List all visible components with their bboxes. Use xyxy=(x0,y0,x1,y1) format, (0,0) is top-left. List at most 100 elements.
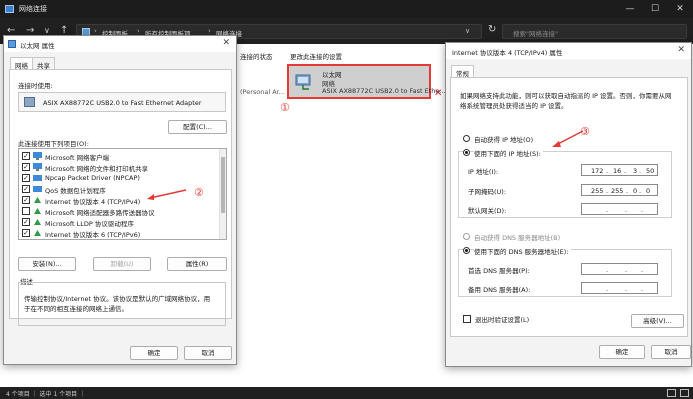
auto-ip-label[interactable]: 自动获得 IP 地址(O) xyxy=(474,134,533,144)
explorer-title: 网络连接 xyxy=(19,5,47,13)
checkbox[interactable]: ✓ xyxy=(22,229,30,237)
validate-checkbox[interactable] xyxy=(463,315,471,323)
network-folder-icon xyxy=(5,5,14,13)
octet-dot: . xyxy=(625,266,628,274)
auto-dns-label[interactable]: 自动获得 DNS 服务器地址(B) xyxy=(474,232,560,242)
checkbox[interactable]: ✓ xyxy=(22,163,30,171)
search-placeholder: 搜索"网络连接" xyxy=(513,30,558,38)
list-item-label: Microsoft 网络的文件和打印机共享 xyxy=(45,165,149,173)
checkbox[interactable]: ✓ xyxy=(22,218,30,226)
checkbox[interactable]: ✓ xyxy=(22,152,30,160)
preferred-dns-field[interactable]: . . . xyxy=(581,263,658,275)
auto-dns-radio[interactable] xyxy=(463,233,470,240)
ip-octet: 3 xyxy=(633,167,638,175)
breadcrumb-separator: › xyxy=(94,27,97,35)
list-item-label: QoS 数据包计划程序 xyxy=(45,187,106,195)
subnet-mask-field[interactable]: 255 . 255 . 0 . 0 xyxy=(581,184,658,196)
list-item-label: Internet 协议版本 4 (TCP/IPv4) xyxy=(45,198,141,206)
annotation-arrow-two xyxy=(147,189,187,200)
protocol-icon xyxy=(34,208,41,214)
octet-dot: . xyxy=(641,206,644,214)
cancel-button[interactable]: 取消 xyxy=(651,345,691,359)
annotation-three: ③ xyxy=(580,125,590,138)
items-label: 此连接使用下列项目(O): xyxy=(18,140,89,148)
list-item-label: Microsoft 网络适配器多路传送器协议 xyxy=(45,209,155,217)
gateway-field[interactable]: . . . xyxy=(581,203,658,215)
manual-ip-radio[interactable] xyxy=(463,149,470,156)
checkbox[interactable]: ✓ xyxy=(22,185,30,193)
list-item[interactable]: ✓ Npcap Packet Driver (NPCAP) xyxy=(22,173,217,184)
checkbox[interactable]: ✓ xyxy=(22,196,30,204)
explorer-titlebar: 网络连接 — ☐ ✕ xyxy=(0,0,693,18)
cancel-button[interactable]: 取消 xyxy=(184,346,232,360)
ipv4-properties-dialog: Internet 协议版本 4 (TCP/IPv4) 属性 ✕ 常规 如果网络支… xyxy=(445,42,692,367)
advanced-button[interactable]: 高级(V)... xyxy=(631,314,684,328)
list-item[interactable]: ✓ Microsoft LLDP 协议驱动程序 xyxy=(22,217,217,228)
toolbar-change-settings[interactable]: 更改此连接的设置 xyxy=(290,51,342,61)
details-view-icon[interactable] xyxy=(667,389,676,397)
install-button[interactable]: 安装(N)... xyxy=(18,257,76,271)
adapter-name-text: ASIX AX88772C USB2.0 to Fast Ethernet Ad… xyxy=(43,99,202,107)
search-input[interactable]: 搜索"网络连接" xyxy=(502,24,687,39)
manual-dns-label[interactable]: 使用下面的 DNS 服务器地址(E): xyxy=(474,246,571,256)
close-icon[interactable]: ✕ xyxy=(677,45,685,55)
octet-dot: . xyxy=(606,206,609,214)
list-scrollbar[interactable] xyxy=(219,149,226,239)
refresh-icon[interactable]: ↻ xyxy=(488,24,496,36)
properties-button[interactable]: 属性(R) xyxy=(167,257,227,271)
address-dropdown-icon[interactable]: ∨ xyxy=(465,27,470,35)
list-item[interactable]: Microsoft 网络适配器多路传送器协议 xyxy=(22,206,217,217)
breadcrumb-separator: › xyxy=(137,27,140,35)
protocol-icon xyxy=(34,230,41,236)
ip-octet: 172 xyxy=(591,167,604,175)
gateway-label: 默认网关(D): xyxy=(468,207,507,215)
mask-octet: 0 xyxy=(633,187,638,195)
ipv4-dialog-titlebar: Internet 协议版本 4 (TCP/IPv4) 属性 ✕ xyxy=(446,43,691,59)
ip-octet: 16 xyxy=(613,167,622,175)
ethernet-adapter-tile[interactable]: 以太网 网络 ASIX AX88772C USB2.0 to Fast Ethe… xyxy=(287,64,446,99)
disabled-adapter-x-icon: ✕ xyxy=(434,88,443,99)
list-item-label: Npcap Packet Driver (NPCAP) xyxy=(45,174,140,182)
list-item-label: Internet 协议版本 6 (TCP/IPv6) xyxy=(45,231,141,239)
uninstall-button[interactable]: 卸载(U) xyxy=(93,257,151,271)
description-line-2: 于在不同的相互连接的网络上通信。 xyxy=(24,305,128,313)
ip-octet: 50 xyxy=(646,167,655,175)
toolbar-connection-status[interactable]: 连接的状态 xyxy=(240,51,273,61)
mask-octet: 255 xyxy=(591,187,604,195)
list-item[interactable]: ✓ Microsoft 网络客户端 xyxy=(22,151,217,162)
close-icon[interactable]: ✕ xyxy=(673,3,687,15)
adapter-box: ASIX AX88772C USB2.0 to Fast Ethernet Ad… xyxy=(18,92,226,112)
ok-button[interactable]: 确定 xyxy=(130,346,178,360)
minimize-icon[interactable]: — xyxy=(623,3,637,15)
preferred-dns-label: 首选 DNS 服务器(P): xyxy=(468,267,530,275)
octet-dot: . xyxy=(606,285,609,293)
list-item[interactable]: ✓ Internet 协议版本 6 (TCP/IPv6) xyxy=(22,228,217,239)
maximize-icon[interactable]: ☐ xyxy=(648,3,662,15)
manual-ip-label[interactable]: 使用下面的 IP 地址(S): xyxy=(474,148,543,158)
octet-dot: . xyxy=(641,266,644,274)
ok-button[interactable]: 确定 xyxy=(599,345,645,359)
validate-label[interactable]: 退出时验证设置(L) xyxy=(475,314,529,324)
checkbox[interactable] xyxy=(22,207,30,215)
auto-ip-radio[interactable] xyxy=(463,135,470,142)
intro-line-1: 如果网络支持此功能，则可以获取自动指派的 IP 设置。否则，你需要从网 xyxy=(460,92,672,100)
scrollbar-thumb[interactable] xyxy=(221,157,225,213)
ipv4-dialog-title: Internet 协议版本 4 (TCP/IPv4) 属性 xyxy=(452,49,563,57)
ip-address-label: IP 地址(I): xyxy=(468,168,499,176)
manual-dns-radio[interactable] xyxy=(463,247,470,254)
alternate-dns-field[interactable]: . . . xyxy=(581,282,658,294)
list-item-label: Microsoft LLDP 协议驱动程序 xyxy=(45,220,134,228)
annotation-two: ② xyxy=(194,186,204,199)
checkbox[interactable]: ✓ xyxy=(22,174,30,182)
ethernet-dialog-title: 以太网 属性 xyxy=(20,42,55,50)
configure-button[interactable]: 配置(C)... xyxy=(168,120,227,134)
protocol-icon xyxy=(34,197,41,203)
tiles-view-icon[interactable] xyxy=(680,389,689,397)
list-item[interactable]: ✓ Microsoft 网络的文件和打印机共享 xyxy=(22,162,217,173)
file-sharing-icon xyxy=(33,163,42,171)
ethernet-properties-dialog: 以太网 属性 ✕ 网络 共享 连接时使用: ASIX AX88772C USB2… xyxy=(3,35,237,365)
ethernet-dialog-titlebar: 以太网 属性 ✕ xyxy=(4,36,236,52)
close-icon[interactable]: ✕ xyxy=(222,38,230,48)
description-line-1: 传输控制协议/Internet 协议。该协议是默认的广域网络协议，用 xyxy=(24,295,211,303)
ip-address-field[interactable]: 172 . 16 . 3 . 50 xyxy=(581,164,658,176)
